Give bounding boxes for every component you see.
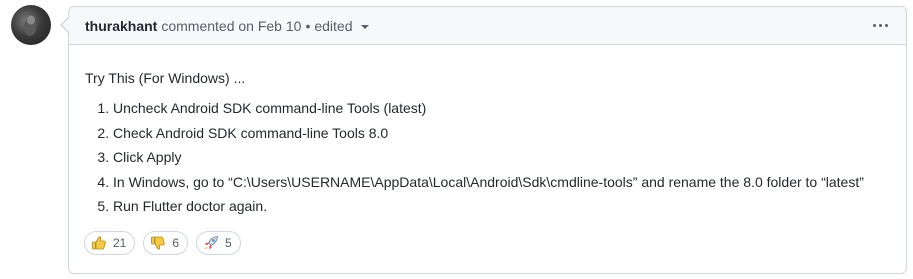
thumbs-up-icon — [92, 236, 106, 250]
reaction-count: 21 — [113, 236, 127, 251]
list-item: Click Apply — [113, 147, 891, 167]
edited-label: edited — [314, 17, 353, 34]
avatar[interactable] — [11, 5, 51, 45]
comment-timestamp[interactable]: commented on Feb 10 — [161, 18, 301, 34]
comment-pointer-fill — [62, 18, 69, 32]
list-item: Run Flutter doctor again. — [113, 196, 891, 216]
list-item: Uncheck Android SDK command-line Tools (… — [113, 98, 891, 118]
comment-header: thurakhant commented on Feb 10 • edited — [69, 7, 906, 45]
reactions-bar: 21 6 5 — [84, 231, 891, 256]
comment-box: thurakhant commented on Feb 10 • edited … — [62, 6, 907, 274]
separator: • — [305, 17, 311, 34]
steps-list: Uncheck Android SDK command-line Tools (… — [84, 98, 891, 216]
reaction-rocket[interactable]: 5 — [196, 231, 241, 256]
comment-body: Try This (For Windows) ... Uncheck Andro… — [69, 45, 906, 256]
thumbs-down-icon — [151, 236, 166, 250]
chevron-down-icon — [360, 25, 369, 29]
reaction-count: 6 — [172, 236, 180, 251]
reaction-thumbs-down[interactable]: 6 — [143, 231, 189, 256]
list-item: Check Android SDK command-line Tools 8.0 — [113, 123, 891, 143]
author-link[interactable]: thurakhant — [85, 18, 157, 34]
list-item: In Windows, go to “C:\Users\USERNAME\App… — [113, 172, 891, 192]
reaction-thumbs-up[interactable]: 21 — [84, 231, 136, 256]
more-options-icon[interactable] — [871, 20, 890, 31]
rocket-icon — [204, 236, 218, 250]
intro-text: Try This (For Windows) ... — [85, 70, 246, 86]
edited-dropdown[interactable]: edited — [314, 17, 369, 34]
reaction-count: 5 — [225, 236, 232, 251]
